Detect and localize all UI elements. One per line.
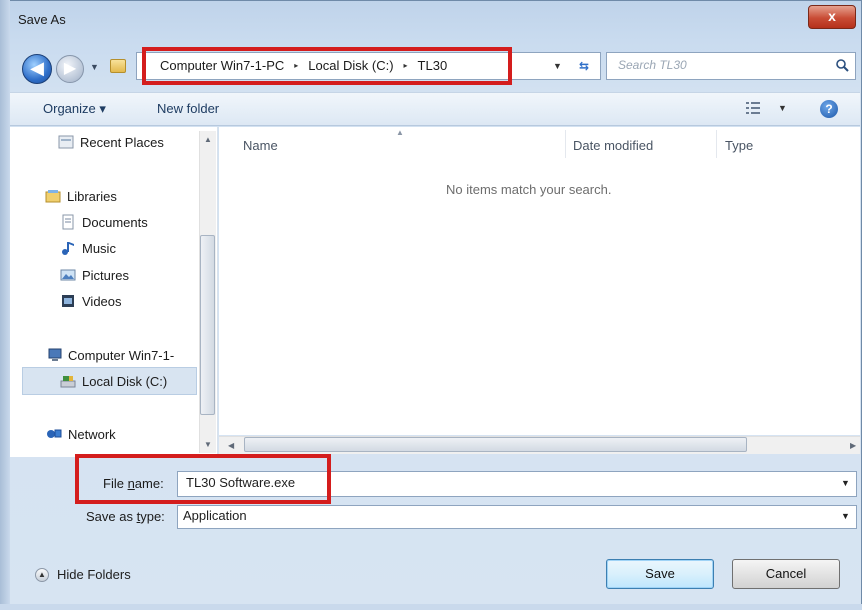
new-folder-button[interactable]: New folder bbox=[157, 101, 219, 116]
back-button[interactable]: ◀ bbox=[22, 54, 52, 84]
videos-icon bbox=[62, 295, 74, 307]
chevron-up-icon: ▲ bbox=[35, 567, 49, 582]
command-toolbar bbox=[10, 92, 860, 126]
column-header-name[interactable]: Name bbox=[243, 138, 278, 153]
dialog-title: Save As bbox=[18, 12, 66, 27]
nav-item-libraries[interactable]: Libraries bbox=[45, 188, 117, 204]
history-dropdown-icon[interactable]: ▼ bbox=[90, 62, 99, 72]
recent-places-icon bbox=[58, 135, 74, 149]
window-frame-bottom bbox=[0, 604, 862, 610]
address-highlight-outline bbox=[142, 47, 512, 85]
navigation-pane bbox=[10, 127, 218, 457]
file-name-dropdown-icon[interactable]: ▼ bbox=[841, 478, 850, 488]
nav-item-computer[interactable]: Computer Win7-1- bbox=[46, 347, 174, 363]
save-as-type-label: Save as type: bbox=[86, 509, 165, 524]
computer-icon bbox=[48, 348, 62, 361]
nav-item-label: Pictures bbox=[82, 267, 129, 283]
column-divider[interactable] bbox=[565, 130, 566, 158]
local-disk-icon bbox=[60, 376, 76, 388]
column-divider[interactable] bbox=[716, 130, 717, 158]
nav-item-label: Computer Win7-1- bbox=[68, 347, 175, 363]
forward-arrow-icon: ▶ bbox=[63, 60, 77, 77]
nav-item-label: Network bbox=[68, 426, 116, 442]
scroll-down-arrow-icon[interactable]: ▼ bbox=[204, 440, 212, 449]
nav-item-recent-places[interactable]: Recent Places bbox=[58, 134, 164, 150]
save-button[interactable]: Save bbox=[606, 559, 714, 589]
forward-button[interactable]: ▶ bbox=[56, 55, 84, 83]
nav-item-label: Music bbox=[82, 240, 116, 256]
nav-item-pictures[interactable]: Pictures bbox=[60, 267, 129, 283]
nav-item-local-disk[interactable]: Local Disk (C:) bbox=[60, 373, 167, 389]
close-button[interactable]: x bbox=[808, 5, 856, 29]
refresh-icon: ⇆ bbox=[578, 59, 590, 73]
hide-folders-label: Hide Folders bbox=[57, 567, 131, 582]
file-list[interactable] bbox=[219, 127, 860, 435]
views-dropdown-icon[interactable]: ▼ bbox=[778, 103, 787, 113]
nav-item-music[interactable]: Music bbox=[60, 240, 116, 256]
change-view-icon[interactable] bbox=[746, 101, 764, 115]
pictures-icon bbox=[60, 269, 76, 281]
column-header-type[interactable]: Type bbox=[725, 138, 753, 153]
window-frame-edge bbox=[0, 0, 10, 610]
column-header-date-modified[interactable]: Date modified bbox=[573, 138, 653, 153]
back-arrow-icon: ◀ bbox=[30, 58, 44, 78]
save-as-type-dropdown-icon[interactable]: ▼ bbox=[841, 511, 850, 521]
save-as-type-select[interactable] bbox=[177, 505, 857, 529]
hide-folders-button[interactable]: ▲ Hide Folders bbox=[35, 567, 131, 582]
search-placeholder: Search TL30 bbox=[618, 58, 687, 72]
folder-icon bbox=[110, 59, 126, 73]
address-dropdown-icon[interactable]: ▼ bbox=[553, 61, 562, 71]
nav-item-documents[interactable]: Documents bbox=[60, 214, 148, 230]
nav-item-label: Videos bbox=[82, 293, 122, 309]
close-icon: x bbox=[828, 8, 836, 24]
empty-state-message: No items match your search. bbox=[446, 182, 612, 197]
nav-item-label: Documents bbox=[82, 214, 148, 230]
nav-item-label: Local Disk (C:) bbox=[82, 373, 168, 389]
nav-item-network[interactable]: Network bbox=[46, 426, 116, 442]
nav-item-label: Libraries bbox=[67, 188, 117, 204]
music-icon bbox=[62, 242, 74, 255]
search-icon[interactable] bbox=[835, 58, 849, 72]
scroll-right-arrow-icon[interactable]: ▶ bbox=[850, 441, 856, 450]
sort-indicator-icon: ▲ bbox=[396, 128, 404, 137]
libraries-icon bbox=[45, 190, 61, 203]
scroll-up-arrow-icon[interactable]: ▲ bbox=[204, 135, 212, 144]
scroll-left-arrow-icon[interactable]: ◀ bbox=[228, 441, 234, 450]
organize-button[interactable]: Organize ▾ bbox=[43, 101, 106, 117]
nav-item-label: Recent Places bbox=[80, 134, 164, 150]
file-name-highlight-outline bbox=[75, 454, 331, 504]
cancel-button[interactable]: Cancel bbox=[732, 559, 840, 589]
documents-icon bbox=[62, 214, 74, 230]
nav-item-videos[interactable]: Videos bbox=[60, 293, 122, 309]
refresh-button[interactable]: ⇆ bbox=[571, 54, 597, 78]
help-icon[interactable]: ? bbox=[820, 100, 838, 118]
save-as-type-value[interactable]: Application bbox=[183, 508, 247, 523]
horizontal-scroll-thumb[interactable] bbox=[244, 437, 747, 452]
nav-pane-scroll-thumb[interactable] bbox=[200, 235, 215, 415]
network-icon bbox=[47, 429, 62, 438]
